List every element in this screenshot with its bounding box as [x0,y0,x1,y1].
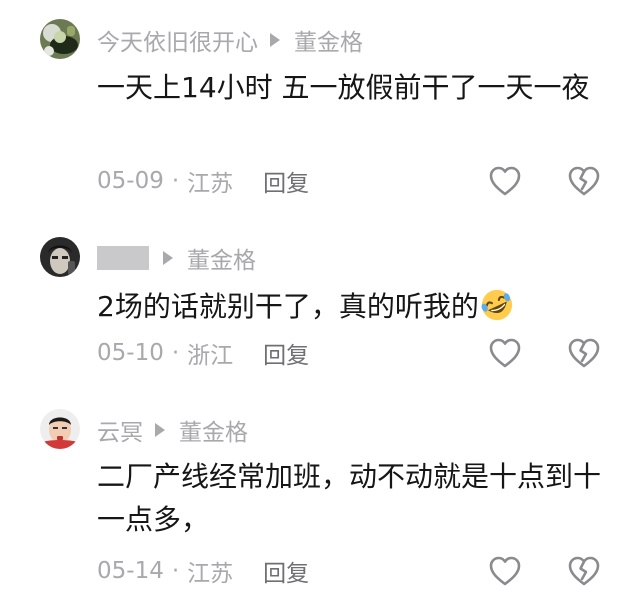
comment-location: 浙江 [187,343,234,369]
broken-heart-outline-icon[interactable] [567,555,601,587]
comment-footer: 05-10 · 浙江 回复 [97,335,309,371]
rolling-on-floor-laughing-emoji [481,289,512,321]
comment-location: 江苏 [187,171,234,197]
reply-button[interactable]: 回复 [263,164,309,198]
heart-outline-icon[interactable] [488,165,522,197]
reply-target-username[interactable]: 董金格 [187,241,256,275]
comment-meta: 董金格 [97,240,256,276]
comment-date: 05-09 [97,168,164,194]
avatar[interactable] [40,237,80,277]
comment-meta: 云冥 董金格 [97,412,248,448]
triangle-right-icon [270,33,280,47]
comment-location: 江苏 [187,561,234,587]
username[interactable]: 今天依旧很开心 [97,23,258,57]
broken-heart-outline-icon[interactable] [567,337,601,369]
username-redacted [97,246,149,270]
avatar[interactable] [40,409,80,449]
avatar[interactable] [40,19,80,59]
username[interactable]: 云冥 [97,413,143,447]
comment-meta: 今天依旧很开心 董金格 [97,22,363,58]
comment-text: 2场的话就别干了，真的听我的 [97,285,617,328]
comment-footer: 05-14 · 江苏 回复 [97,553,309,589]
comment-text: 一天上14小时 五一放假前干了一天一夜 [97,71,590,104]
comment-footer: 05-09 · 江苏 回复 [97,163,309,199]
reply-button[interactable]: 回复 [263,336,309,370]
separator-dot: · [171,340,180,366]
reply-target-username[interactable]: 董金格 [294,23,363,57]
comment-text: 二厂产线经常加班，动不动就是十点到十一点多， [97,460,602,536]
comment-date: 05-14 [97,558,164,584]
reply-button[interactable]: 回复 [263,554,309,588]
separator-dot: · [171,558,180,584]
reply-target-username[interactable]: 董金格 [179,413,248,447]
triangle-right-icon [155,423,165,437]
comment-date: 05-10 [97,340,164,366]
separator-dot: · [171,168,180,194]
broken-heart-outline-icon[interactable] [567,165,601,197]
heart-outline-icon[interactable] [488,555,522,587]
heart-outline-icon[interactable] [488,337,522,369]
comment-text-content: 2场的话就别干了，真的听我的 [97,290,479,323]
triangle-right-icon [163,251,173,265]
